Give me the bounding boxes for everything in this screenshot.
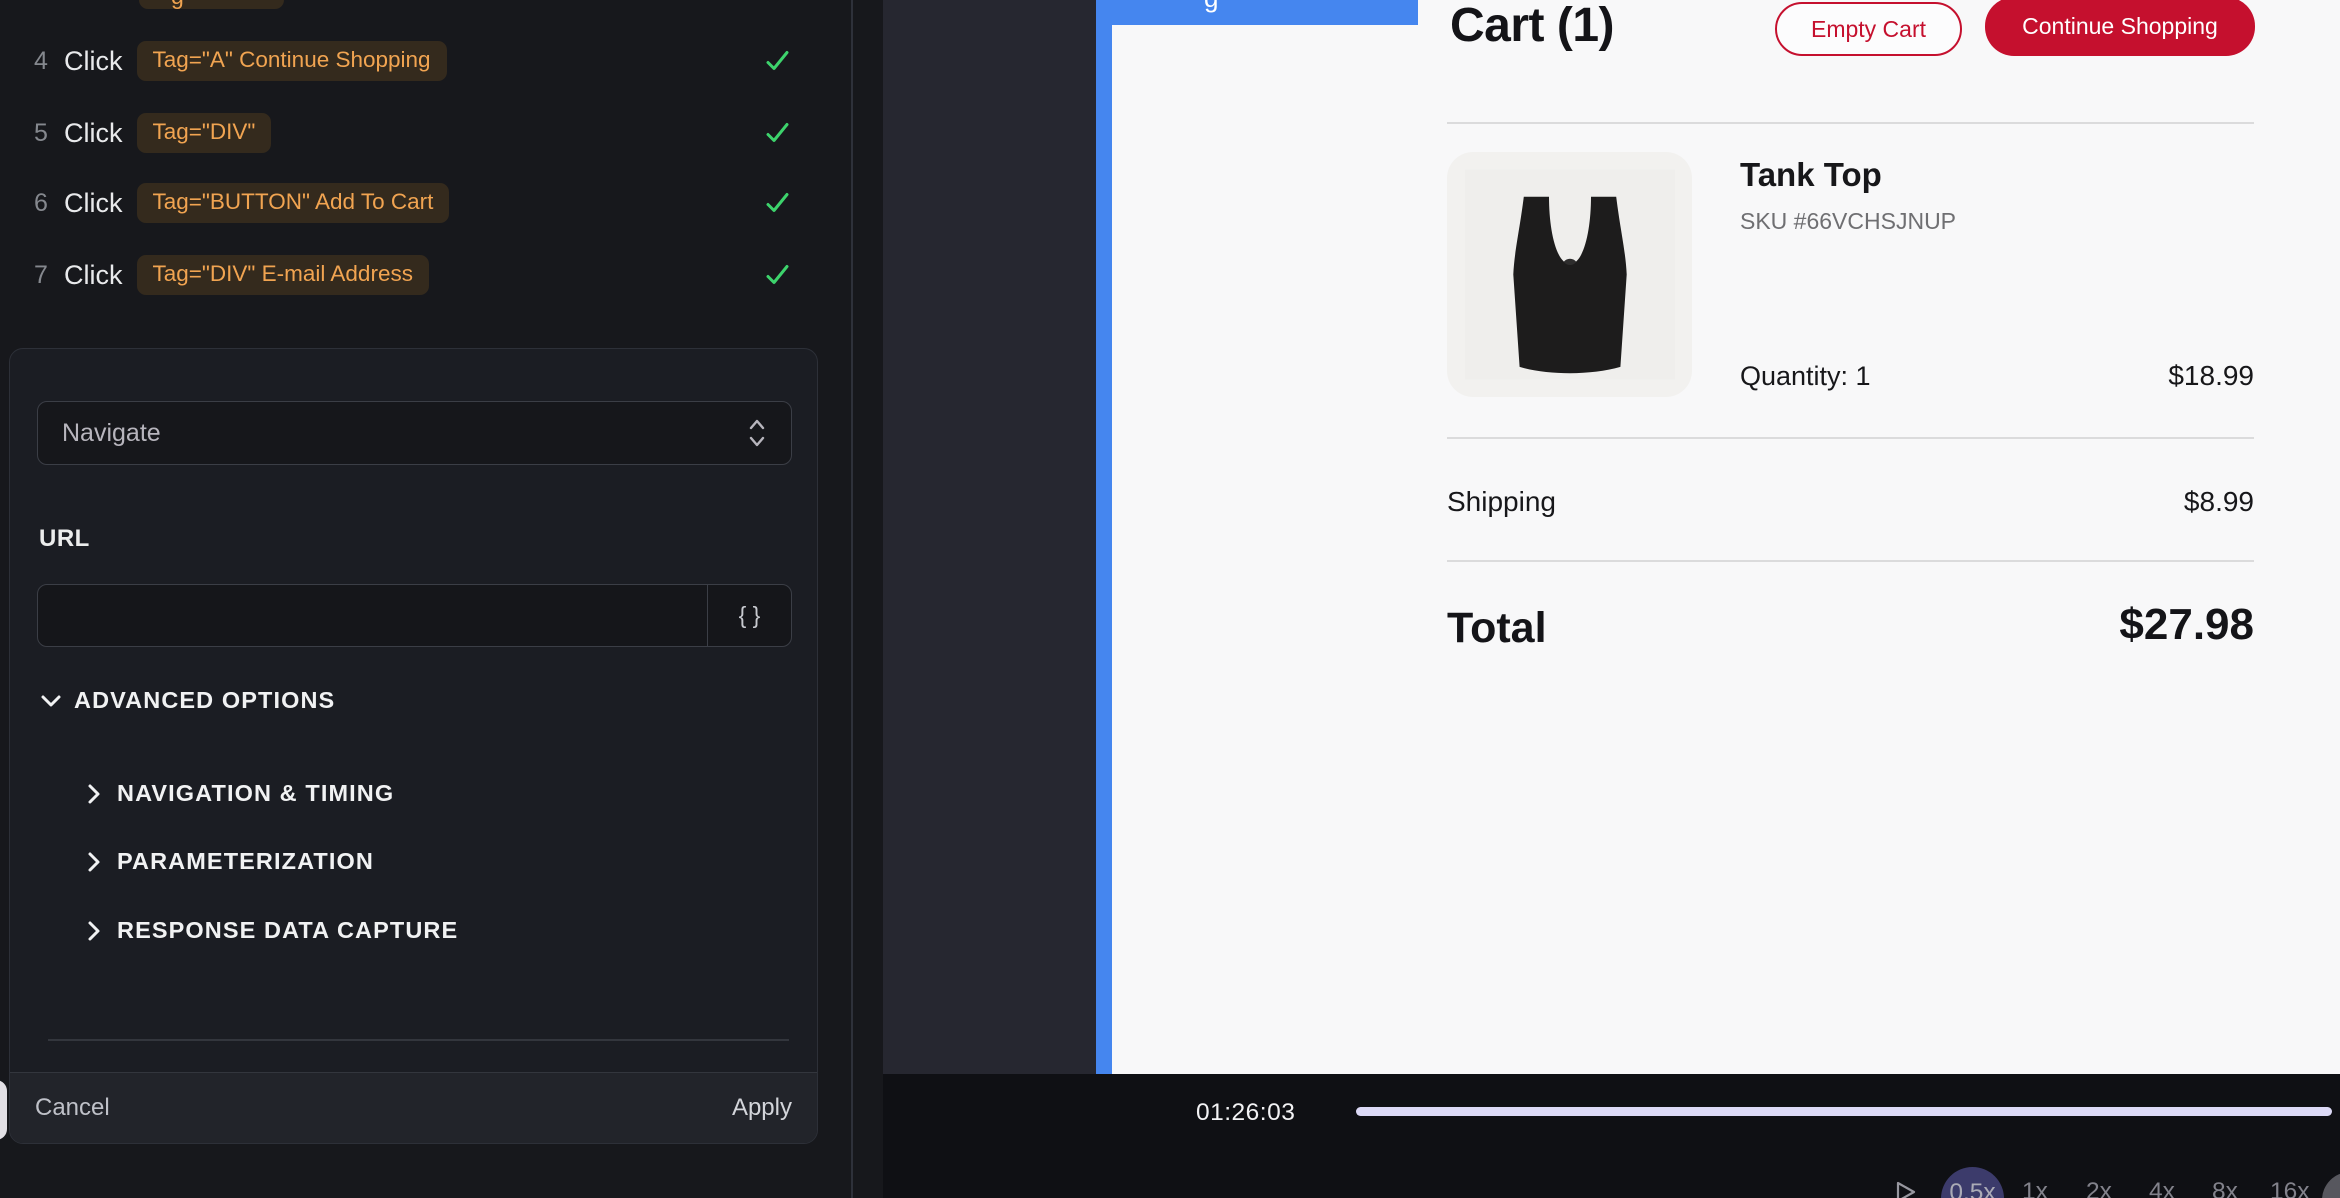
panel-footer: Cancel Apply [10,1072,817,1143]
step-success-check-icon [764,262,791,289]
step-row-4[interactable]: 4 Click Tag="A" Continue Shopping [0,39,851,83]
page-blue-banner-cutoff: g [1096,0,1418,25]
step-success-check-icon [764,120,791,147]
step-target-tag: Tag="BUTTON" Add To Cart [137,183,450,223]
speed-option[interactable]: 2x [2086,1178,2112,1198]
step-tag-pill-cutoff: g [139,0,284,9]
chevron-right-icon [87,783,101,805]
section-response-data-capture[interactable]: RESPONSE DATA CAPTURE [87,917,458,944]
section-navigation-timing[interactable]: NAVIGATION & TIMING [87,780,394,807]
url-input-group: { } [37,584,792,647]
step-number: 5 [34,119,56,148]
speed-option[interactable]: 4x [2149,1178,2175,1198]
product-image [1447,152,1692,397]
product-sku: SKU #66VCHSJNUP [1740,208,1956,235]
step-number: 4 [34,47,56,76]
page-blue-edge-bar [1096,0,1112,1074]
total-label: Total [1447,604,1547,653]
play-icon[interactable] [1894,1180,1918,1198]
step-success-check-icon [764,190,791,217]
playback-progress-bar[interactable] [1356,1107,2332,1116]
url-field-label: URL [39,525,90,553]
action-editor-panel: Navigate URL { } ADVANCED OPTIONS NAVIGA… [9,348,818,1144]
cut-pill-overflow-text: g [171,0,184,9]
step-target-tag: Tag="A" Continue Shopping [137,41,447,81]
parameter-braces-button[interactable]: { } [707,585,791,646]
steps-sidebar: g 4 Click Tag="A" Continue Shopping 5 Cl… [0,0,851,1198]
section-label: RESPONSE DATA CAPTURE [117,917,458,944]
advanced-options-label: ADVANCED OPTIONS [74,687,335,714]
speed-option[interactable]: 1x [2022,1178,2048,1198]
chevron-down-icon [40,694,62,708]
banner-overflow-text: g [1204,0,1218,14]
continue-shopping-button[interactable]: Continue Shopping [1985,0,2255,56]
action-type-select[interactable]: Navigate [37,401,792,465]
section-label: NAVIGATION & TIMING [117,780,394,807]
speed-option[interactable]: 16x [2270,1178,2310,1198]
panel-divider [48,1039,789,1041]
total-value: $27.98 [2119,600,2254,650]
step-number: 6 [34,189,56,218]
chevron-right-icon [87,920,101,942]
step-success-check-icon [764,48,791,75]
step-target-tag: Tag="DIV" [137,113,272,153]
replay-background [883,0,1096,1074]
product-quantity: Quantity: 1 [1740,361,1871,392]
step-action-label: Click [64,188,123,219]
step-row-5[interactable]: 5 Click Tag="DIV" [0,111,851,155]
action-type-value: Navigate [62,419,161,448]
select-updown-chevron-icon [747,418,767,448]
cart-page-title: Cart (1) [1450,0,1614,53]
cart-divider [1447,437,2254,439]
apply-button[interactable]: Apply [732,1094,792,1122]
product-price: $18.99 [2168,360,2254,392]
chevron-right-icon [87,851,101,873]
step-action-label: Click [64,260,123,291]
step-number: 7 [34,261,56,290]
advanced-options-toggle[interactable]: ADVANCED OPTIONS [40,687,335,714]
shipping-price: $8.99 [2184,486,2254,518]
product-name: Tank Top [1740,156,1882,194]
playback-bar [883,1074,2340,1198]
app-screen: g 4 Click Tag="A" Continue Shopping 5 Cl… [0,0,2340,1198]
cart-divider [1447,560,2254,562]
shipping-label: Shipping [1447,486,1556,518]
section-label: PARAMETERIZATION [117,848,374,875]
cart-divider [1447,122,2254,124]
sidebar-divider [851,0,853,1198]
cancel-button[interactable]: Cancel [35,1094,110,1122]
speed-option[interactable]: 8x [2212,1178,2238,1198]
tank-top-photo [1465,167,1675,382]
replayed-page [1112,0,2340,1074]
step-target-tag: Tag="DIV" E-mail Address [137,255,429,295]
playback-timestamp: 01:26:03 [1196,1099,1295,1127]
step-row-6[interactable]: 6 Click Tag="BUTTON" Add To Cart [0,181,851,225]
step-row-7[interactable]: 7 Click Tag="DIV" E-mail Address [0,253,851,297]
section-parameterization[interactable]: PARAMETERIZATION [87,848,374,875]
url-input[interactable] [38,585,707,646]
step-action-label: Click [64,118,123,149]
drawer-handle[interactable] [0,1080,7,1140]
step-action-label: Click [64,46,123,77]
empty-cart-button[interactable]: Empty Cart [1775,2,1962,56]
